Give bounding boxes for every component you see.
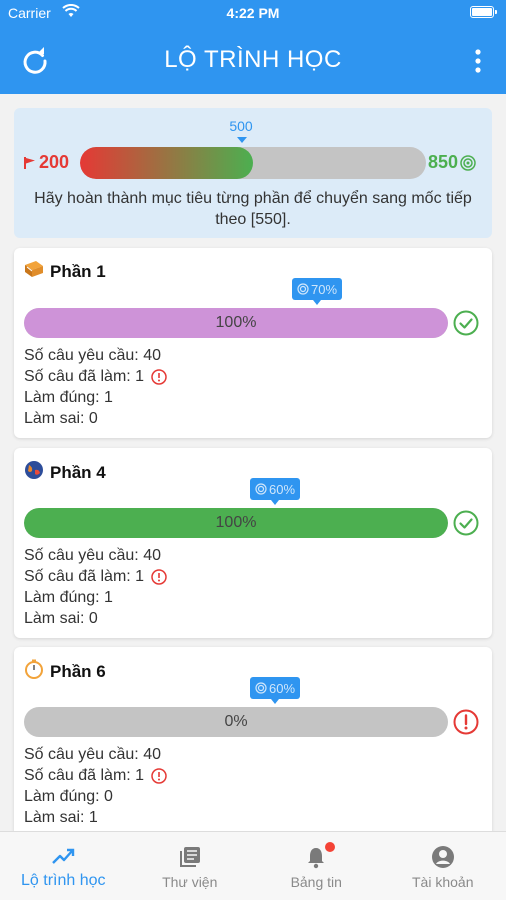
trending-up-icon [52, 848, 75, 864]
tab-thu-vien[interactable]: Thư viện [127, 832, 254, 900]
battery-icon [470, 6, 497, 18]
library-icon [179, 847, 200, 867]
flag-icon [24, 156, 35, 169]
part-stats: Số câu yêu cầu: 40 Số câu đã làm: 1 Làm … [24, 345, 167, 429]
part-progress-bar: 100% [24, 508, 448, 538]
check-circle-icon [453, 510, 479, 536]
part-header: Phần 4 [24, 460, 106, 485]
tab-lo-trinh-hoc[interactable]: Lộ trình học [0, 832, 127, 900]
part-title: Phần 4 [50, 462, 106, 482]
part-progress-text: 100% [215, 314, 257, 331]
wrong-count: Làm sai: 1 [24, 809, 98, 826]
done-count-row: Số câu đã làm: 1 [24, 566, 167, 587]
current-score-marker [237, 137, 247, 143]
target-icon [255, 483, 267, 495]
part-progress-bar: 100% [24, 308, 448, 338]
account-icon [431, 846, 454, 868]
more-vert-icon[interactable] [474, 48, 482, 74]
target-percent: 70% [311, 281, 338, 297]
timer-icon [24, 659, 44, 684]
correct-count: Làm đúng: 1 [24, 389, 113, 406]
required-count: Số câu yêu cầu: 40 [24, 746, 161, 763]
part-header: Phần 6 [24, 659, 106, 684]
target-tooltip: 60% [250, 478, 301, 505]
tab-label: Bảng tin [290, 874, 342, 890]
start-score: 200 [24, 152, 69, 173]
warning-icon [151, 767, 167, 784]
part-progress-bar: 0% [24, 707, 448, 737]
tab-label: Thư viện [162, 874, 218, 890]
tab-tai-khoan[interactable]: Tài khoản [380, 832, 506, 900]
required-count: Số câu yêu cầu: 40 [24, 547, 161, 564]
done-count: Số câu đã làm: 1 [24, 368, 145, 385]
part-progress-text: 100% [215, 514, 257, 531]
target-percent: 60% [269, 481, 296, 497]
done-count-row: Số câu đã làm: 1 [24, 765, 167, 786]
current-score-label: 500 [229, 118, 253, 134]
target-icon [460, 154, 476, 171]
target-tooltip: 60% [250, 677, 301, 704]
app-bar: LỘ TRÌNH HỌC [0, 26, 506, 94]
warning-icon [151, 568, 167, 585]
globe-icon [24, 460, 44, 485]
part-title: Phần 6 [50, 661, 106, 681]
wrong-count: Làm sai: 0 [24, 410, 98, 427]
part-header: Phần 1 [24, 260, 106, 283]
done-count: Số câu đã làm: 1 [24, 568, 145, 585]
part-stats: Số câu yêu cầu: 40 Số câu đã làm: 1 Làm … [24, 744, 167, 828]
part-card[interactable]: Phần 6 60% 0% Số câu yêu cầu: 40 Số câu … [14, 647, 492, 837]
status-bar: Carrier 4:22 PM [0, 0, 506, 26]
target-tooltip: 70% [292, 278, 343, 305]
book-icon [24, 260, 44, 283]
part-title: Phần 1 [50, 261, 106, 281]
tab-bang-tin[interactable]: Bảng tin [253, 832, 380, 900]
required-count: Số câu yêu cầu: 40 [24, 347, 161, 364]
milestone-progress-bar [80, 147, 426, 179]
page-title: LỘ TRÌNH HỌC [164, 46, 342, 73]
done-count: Số câu đã làm: 1 [24, 767, 145, 784]
part-progress-text: 0% [224, 713, 248, 730]
check-circle-icon [453, 310, 479, 336]
notification-badge [325, 842, 335, 852]
part-card[interactable]: Phần 1 70% 100% Số câu yêu cầu: 40 Số câ… [14, 248, 492, 438]
target-score: 850 [428, 152, 476, 173]
target-icon [297, 283, 309, 295]
done-count-row: Số câu đã làm: 1 [24, 366, 167, 387]
target-score-value: 850 [428, 152, 459, 172]
part-stats: Số câu yêu cầu: 40 Số câu đã làm: 1 Làm … [24, 545, 167, 629]
wrong-count: Làm sai: 0 [24, 610, 98, 627]
start-score-value: 200 [39, 152, 70, 172]
correct-count: Làm đúng: 0 [24, 788, 113, 805]
milestone-message: Hãy hoàn thành mục tiêu từng phần để chu… [34, 190, 472, 228]
clock: 4:22 PM [226, 5, 280, 21]
warning-icon [151, 368, 167, 385]
milestone-progress-fill [80, 147, 253, 179]
tab-label: Lộ trình học [21, 872, 106, 889]
target-percent: 60% [269, 680, 296, 696]
bottom-tab-bar: Lộ trình học Thư viện Bảng tin Tài khoản [0, 831, 506, 900]
target-icon [255, 682, 267, 694]
correct-count: Làm đúng: 1 [24, 589, 113, 606]
part-card[interactable]: Phần 4 60% 100% Số câu yêu cầu: 40 Số câ… [14, 448, 492, 638]
milestone-card: 500 200 850 Hãy hoàn thành mục tiêu từng… [14, 108, 492, 238]
tab-label: Tài khoản [412, 874, 474, 890]
error-circle-icon [453, 709, 479, 735]
